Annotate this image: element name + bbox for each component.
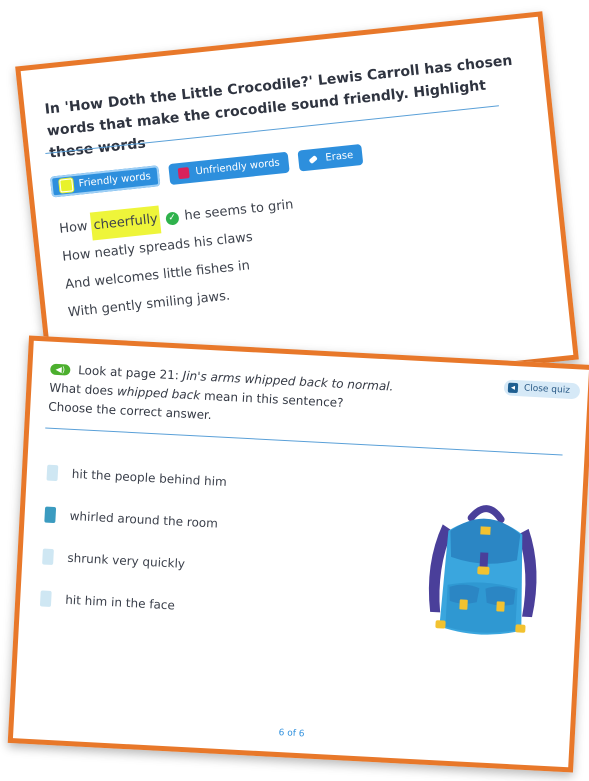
option-radio-icon[interactable] <box>39 590 52 607</box>
yellow-swatch-icon <box>59 178 74 193</box>
page-indicator: 6 of 6 <box>278 728 305 740</box>
poem: How cheerfully ✓ he seems to grin How ne… <box>58 191 304 327</box>
friendly-words-button[interactable]: Friendly words <box>49 165 161 198</box>
close-quiz-icon: ◂ <box>507 382 519 394</box>
check-circle-icon: ✓ <box>165 210 180 226</box>
unfriendly-words-button[interactable]: Unfriendly words <box>168 151 290 186</box>
close-quiz-button[interactable]: ◂ Close quiz <box>503 379 581 400</box>
question-pre: What does <box>48 380 114 398</box>
answer-option[interactable]: hit him in the face <box>39 577 221 628</box>
quiz-question-card: ◀) Look at page 21: Jin's arms whipped b… <box>7 335 589 773</box>
red-swatch-icon <box>178 167 191 180</box>
option-label: hit him in the face <box>64 592 176 613</box>
answer-options: hit the people behind him whirled around… <box>39 452 228 629</box>
prompt-prefix: Look at page 21: <box>77 363 180 383</box>
option-label: shrunk very quickly <box>67 550 186 571</box>
option-label: hit the people behind him <box>71 466 228 490</box>
erase-label: Erase <box>324 149 354 164</box>
unfriendly-words-label: Unfriendly words <box>194 157 281 178</box>
eraser-icon <box>309 155 318 163</box>
highlight-question: In 'How Doth the Little Crocodile?' Lewi… <box>43 52 514 162</box>
quiz-question: ◀) Look at page 21: Jin's arms whipped b… <box>48 360 470 439</box>
backpack-icon <box>428 505 537 635</box>
poem-word[interactable]: How <box>58 213 89 244</box>
friendly-words-label: Friendly words <box>78 171 152 190</box>
divider <box>45 427 563 456</box>
close-quiz-label: Close quiz <box>523 383 571 396</box>
erase-button[interactable]: Erase <box>297 143 364 172</box>
option-radio-icon[interactable] <box>46 464 59 482</box>
option-radio-icon[interactable] <box>42 548 54 566</box>
backpack-illustration <box>414 493 552 650</box>
option-radio-selected-icon[interactable] <box>44 506 57 524</box>
option-label: whirled around the room <box>69 508 219 531</box>
speaker-icon[interactable]: ◀) <box>50 363 71 376</box>
question-emphasis: whipped back <box>116 384 201 403</box>
